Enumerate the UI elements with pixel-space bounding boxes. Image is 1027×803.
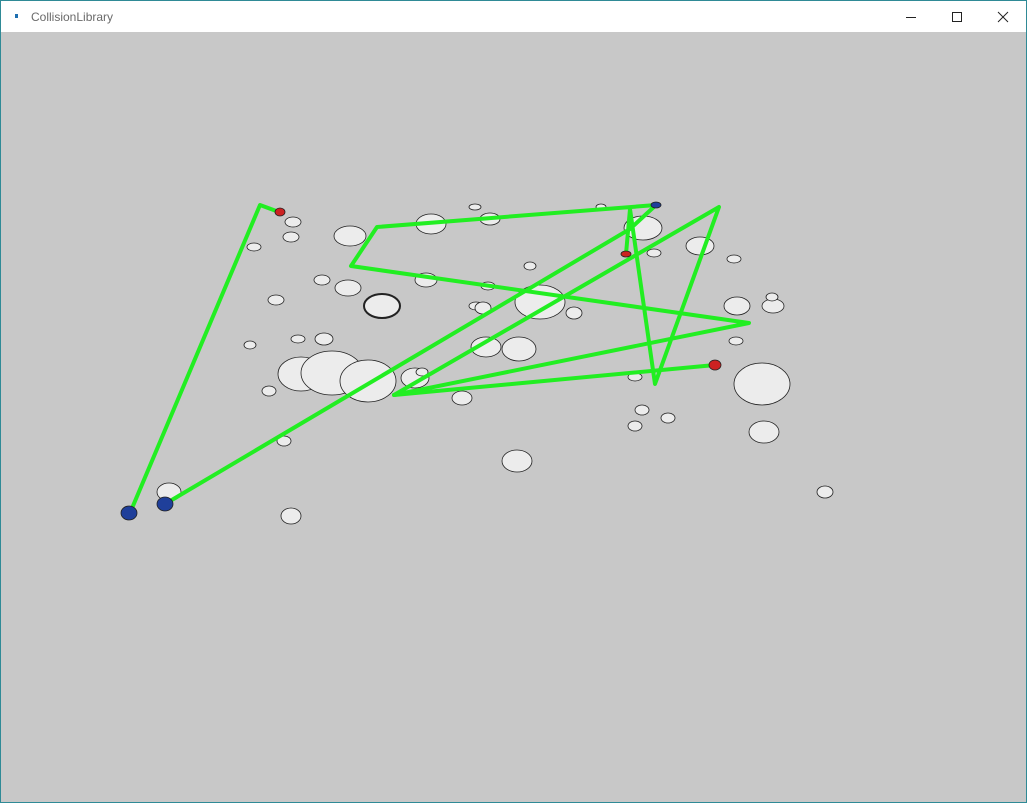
obstacle-sphere (243, 340, 257, 350)
goal-point-marker (156, 496, 174, 512)
obstacle-sphere (451, 390, 473, 406)
obstacle-sphere (363, 293, 401, 319)
start-point-marker (274, 207, 286, 217)
window-title: CollisionLibrary (31, 10, 114, 24)
obstacle-sphere (313, 274, 331, 286)
obstacle-sphere (314, 332, 334, 346)
obstacle-sphere (660, 412, 676, 424)
goal-point-marker (120, 505, 138, 521)
obstacle-sphere (267, 294, 285, 306)
obstacle-sphere (728, 336, 744, 346)
obstacle-sphere (501, 449, 533, 473)
obstacle-sphere (290, 334, 306, 344)
obstacle-sphere (468, 203, 482, 211)
goal-point-marker (650, 201, 662, 209)
obstacle-sphere (523, 261, 537, 271)
app-icon (12, 11, 22, 21)
maximize-icon (952, 11, 962, 22)
obstacle-sphere (501, 336, 537, 362)
minimize-icon (906, 16, 916, 18)
close-icon (997, 11, 1009, 22)
3d-viewport[interactable] (1, 32, 1026, 802)
obstacle-sphere (280, 507, 302, 525)
obstacle-sphere (726, 254, 742, 264)
obstacle-sphere (333, 225, 367, 247)
start-point-marker (620, 250, 632, 258)
maximize-button[interactable] (934, 1, 980, 32)
path-segment (392, 363, 717, 397)
app-window: CollisionLibrary (0, 0, 1027, 803)
obstacle-sphere (646, 248, 662, 258)
minimize-button[interactable] (888, 1, 934, 32)
obstacle-sphere (634, 404, 650, 416)
obstacle-sphere (261, 385, 277, 397)
obstacle-sphere (627, 420, 643, 432)
obstacle-sphere (685, 236, 715, 256)
obstacle-sphere (723, 296, 751, 316)
scene-canvas[interactable] (1, 32, 1026, 802)
obstacle-sphere (284, 216, 302, 228)
obstacle-sphere (748, 420, 780, 444)
obstacle-sphere (282, 231, 300, 243)
obstacle-sphere (565, 306, 583, 320)
obstacle-sphere (733, 362, 791, 406)
title-bar[interactable]: CollisionLibrary (1, 1, 1026, 32)
obstacle-sphere (816, 485, 834, 499)
obstacle-sphere (246, 242, 262, 252)
obstacle-sphere (765, 292, 779, 302)
obstacle-sphere (334, 279, 362, 297)
start-point-marker (708, 359, 722, 371)
close-button[interactable] (980, 1, 1026, 32)
path-segment (128, 203, 281, 515)
